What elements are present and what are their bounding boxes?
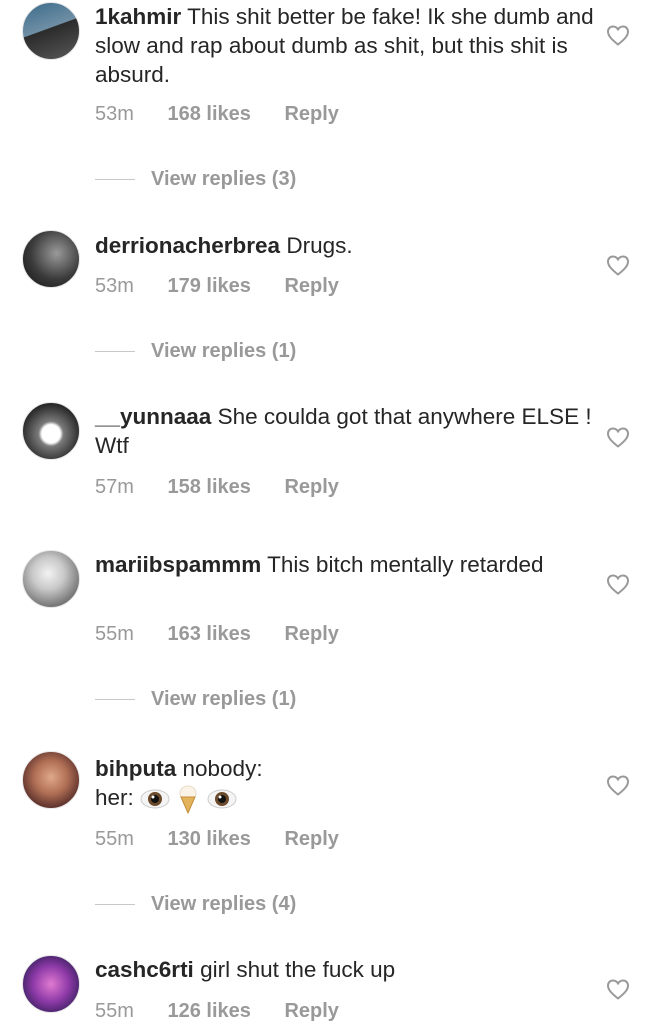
comment-username[interactable]: 1kahmir	[95, 4, 181, 29]
comment-text: nobody:	[182, 756, 263, 781]
reply-button[interactable]: Reply	[284, 1000, 338, 1022]
comment-username[interactable]: derrionacherbrea	[95, 233, 280, 258]
heart-outline-icon[interactable]	[606, 573, 630, 595]
comment-username[interactable]: bihputa	[95, 756, 176, 781]
avatar[interactable]	[22, 2, 80, 60]
heart-outline-icon[interactable]	[606, 24, 630, 46]
reply-button[interactable]: Reply	[284, 623, 338, 645]
avatar[interactable]	[22, 230, 80, 288]
view-replies-button[interactable]: View replies (4)	[95, 893, 296, 916]
comment-likes[interactable]: 179 likes	[167, 275, 250, 297]
comment-likes[interactable]: 163 likes	[167, 623, 250, 645]
divider-line	[95, 351, 135, 353]
comment-username[interactable]: __yunnaaa	[95, 404, 211, 429]
ice-cream-emoji	[179, 785, 197, 815]
reply-button[interactable]: Reply	[284, 476, 338, 498]
comment-body: derrionacherbrea Drugs.	[95, 231, 595, 260]
comment-body: bihputa nobody: her:	[95, 754, 595, 815]
comment-time: 57m	[95, 476, 134, 498]
comment-time: 53m	[95, 275, 134, 297]
eye-emoji	[207, 789, 237, 809]
view-replies-label: View replies (1)	[151, 340, 297, 362]
comment-time: 55m	[95, 1000, 134, 1022]
divider-line	[95, 179, 135, 181]
heart-outline-icon[interactable]	[606, 978, 630, 1000]
comment-time: 55m	[95, 828, 134, 850]
avatar[interactable]	[22, 550, 80, 608]
view-replies-button[interactable]: View replies (1)	[95, 340, 296, 363]
view-replies-label: View replies (1)	[151, 688, 297, 710]
comment-meta: 55m 163 likes Reply	[95, 623, 367, 646]
comment-body: cashc6rti girl shut the fuck up	[95, 955, 595, 984]
heart-outline-icon[interactable]	[606, 254, 630, 276]
eye-emoji	[140, 789, 170, 809]
avatar[interactable]	[22, 955, 80, 1013]
divider-line	[95, 904, 135, 906]
view-replies-button[interactable]: View replies (1)	[95, 688, 296, 711]
divider-line	[95, 699, 135, 701]
comment-username[interactable]: mariibspammm	[95, 552, 261, 577]
reply-button[interactable]: Reply	[284, 828, 338, 850]
comment-time: 55m	[95, 623, 134, 645]
comment-text: Drugs.	[286, 233, 353, 258]
comment-meta: 55m 126 likes Reply	[95, 1000, 367, 1023]
view-replies-label: View replies (3)	[151, 168, 297, 190]
comment-meta: 57m 158 likes Reply	[95, 476, 367, 499]
comment-text: This bitch mentally retarded	[267, 552, 544, 577]
comment-meta: 53m 168 likes Reply	[95, 103, 367, 126]
comment-meta: 53m 179 likes Reply	[95, 275, 367, 298]
view-replies-label: View replies (4)	[151, 893, 297, 915]
comment-likes[interactable]: 126 likes	[167, 1000, 250, 1022]
comment-username[interactable]: cashc6rti	[95, 957, 194, 982]
heart-outline-icon[interactable]	[606, 426, 630, 448]
comment-likes[interactable]: 130 likes	[167, 828, 250, 850]
comment-body: mariibspammm This bitch mentally retarde…	[95, 550, 595, 579]
avatar[interactable]	[22, 402, 80, 460]
comment-likes[interactable]: 158 likes	[167, 476, 250, 498]
view-replies-button[interactable]: View replies (3)	[95, 168, 296, 191]
comment-text: girl shut the fuck up	[200, 957, 396, 982]
avatar[interactable]	[22, 751, 80, 809]
comment-text-line2: her:	[95, 785, 134, 810]
heart-outline-icon[interactable]	[606, 774, 630, 796]
reply-button[interactable]: Reply	[284, 275, 338, 297]
reply-button[interactable]: Reply	[284, 103, 338, 125]
comment-body: 1kahmir This shit better be fake! Ik she…	[95, 2, 595, 89]
comment-time: 53m	[95, 103, 134, 125]
comment-likes[interactable]: 168 likes	[167, 103, 250, 125]
comment-body: __yunnaaa She coulda got that anywhere E…	[95, 402, 595, 460]
comment-meta: 55m 130 likes Reply	[95, 828, 367, 851]
